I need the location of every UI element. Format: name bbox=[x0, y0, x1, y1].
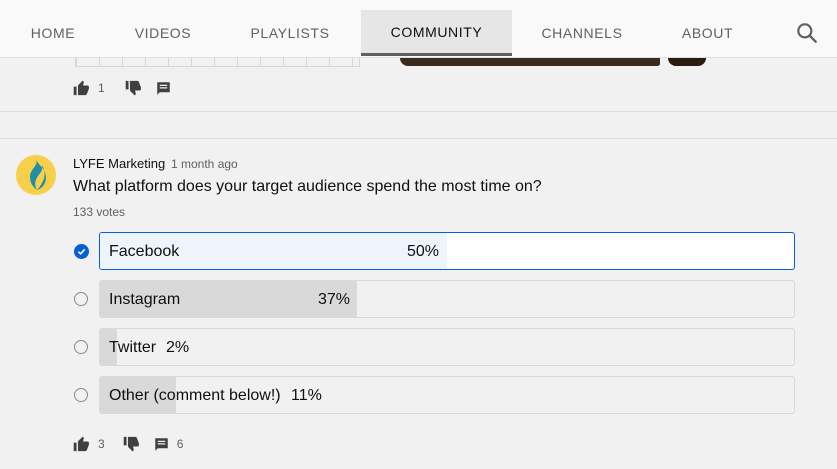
dislike-icon[interactable] bbox=[125, 80, 142, 96]
poll-vote-count: 133 votes bbox=[73, 205, 126, 219]
poll-option-other[interactable]: Other (comment below!) 11% bbox=[99, 376, 795, 414]
previous-post-image-photo[interactable] bbox=[400, 58, 660, 66]
poll-question: What platform does your target audience … bbox=[73, 178, 542, 195]
tab-community[interactable]: COMMUNITY bbox=[361, 10, 512, 56]
poll-option-percent: 2% bbox=[166, 339, 190, 356]
poll-option-facebook[interactable]: Facebook 50% bbox=[99, 232, 795, 270]
poll-option-percent: 50% bbox=[407, 243, 440, 260]
tab-about[interactable]: ABOUT bbox=[670, 10, 745, 56]
tab-home[interactable]: HOME bbox=[18, 10, 88, 56]
channel-nav: HOME VIDEOS PLAYLISTS COMMUNITY CHANNELS… bbox=[0, 0, 837, 58]
poll-radio[interactable] bbox=[74, 292, 88, 306]
like-count: 1 bbox=[98, 81, 105, 95]
like-count: 3 bbox=[98, 437, 105, 451]
tab-videos[interactable]: VIDEOS bbox=[128, 10, 198, 56]
poll-option-label: Facebook bbox=[109, 243, 180, 260]
tab-playlists[interactable]: PLAYLISTS bbox=[240, 10, 340, 56]
poll-option-label: Twitter bbox=[109, 339, 157, 356]
poll-option-percent: 37% bbox=[318, 291, 351, 308]
poll-option-percent: 11% bbox=[291, 387, 322, 404]
search-icon[interactable] bbox=[794, 20, 820, 46]
post-time[interactable]: 1 month ago bbox=[171, 157, 238, 171]
comment-icon[interactable] bbox=[154, 437, 169, 452]
post-author[interactable]: LYFE Marketing bbox=[73, 156, 165, 171]
poll-option-instagram[interactable]: Instagram 37% bbox=[99, 280, 795, 318]
tab-channels[interactable]: CHANNELS bbox=[532, 10, 632, 56]
like-icon[interactable] bbox=[73, 80, 90, 96]
poll-option-label: Instagram bbox=[109, 291, 181, 308]
poll-option-twitter[interactable]: Twitter 2% bbox=[99, 328, 795, 366]
avatar[interactable] bbox=[16, 155, 56, 195]
poll-option-label: Other (comment below!) bbox=[109, 387, 281, 404]
post-actions: 3 6 bbox=[73, 436, 183, 452]
flame-logo-icon bbox=[30, 160, 46, 190]
post-divider bbox=[0, 138, 837, 139]
post-divider bbox=[0, 111, 837, 112]
selected-check-icon[interactable] bbox=[74, 244, 89, 259]
poll-radio[interactable] bbox=[74, 340, 88, 354]
poll-radio[interactable] bbox=[74, 388, 88, 402]
comment-icon[interactable] bbox=[156, 81, 171, 96]
previous-post-image[interactable] bbox=[75, 58, 360, 67]
previous-post-image-photo-2[interactable] bbox=[668, 58, 706, 66]
dislike-icon[interactable] bbox=[123, 436, 140, 452]
comment-count: 6 bbox=[176, 437, 184, 451]
like-icon[interactable] bbox=[73, 436, 90, 452]
previous-post-actions: 1 bbox=[73, 80, 171, 96]
